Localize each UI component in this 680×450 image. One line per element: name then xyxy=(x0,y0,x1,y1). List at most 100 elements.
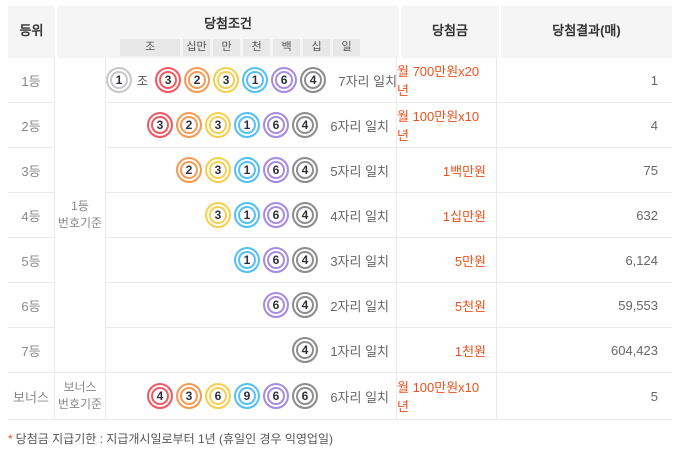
lotto-ball: 6 xyxy=(263,383,289,409)
lotto-ball: 4 xyxy=(292,202,318,228)
table-body: 1등 번호기준 보너스 번호기준 1등 1 조 3 2 3 1 6 4 7자리 … xyxy=(8,58,672,420)
lotto-ball: 6 xyxy=(205,383,231,409)
criteria-bonus-line1: 보너스 xyxy=(63,379,96,396)
lotto-ball: 6 xyxy=(263,247,289,273)
footnote-asterisk: * xyxy=(8,432,13,446)
lotto-ball: 6 xyxy=(292,383,318,409)
lotto-ball: 3 xyxy=(176,383,202,409)
lotto-ball: 2 xyxy=(176,112,202,138)
place-label-10: 십 xyxy=(303,39,330,56)
place-label-10k: 만 xyxy=(213,39,240,56)
criteria-first-line1: 1등 xyxy=(71,198,89,215)
match-label: 5자리 일치 xyxy=(326,161,396,180)
prize-cell: 1백만원 xyxy=(397,148,497,193)
lotto-ball: 6 xyxy=(263,202,289,228)
result-cell: 604,423 xyxy=(497,328,672,373)
match-label: 3자리 일치 xyxy=(326,251,396,270)
lotto-ball: 6 xyxy=(263,112,289,138)
rank-cell: 2등 xyxy=(8,103,55,148)
prize-cell: 1십만원 xyxy=(397,193,497,238)
place-label-1k: 천 xyxy=(243,39,270,56)
match-label: 6자리 일치 xyxy=(326,387,396,406)
lotto-ball: 1 xyxy=(234,112,260,138)
lotto-ball: 4 xyxy=(147,383,173,409)
lotto-ball: 4 xyxy=(292,112,318,138)
result-cell: 1 xyxy=(497,58,672,103)
lotto-ball: 4 xyxy=(292,157,318,183)
group-ball: 1 xyxy=(106,67,132,93)
prize-cell: 월 700만원x20년 xyxy=(397,58,497,103)
lotto-ball: 1 xyxy=(234,202,260,228)
condition-cell: 4 3 6 9 6 6 6자리 일치 xyxy=(106,373,397,420)
result-cell: 5 xyxy=(497,373,672,420)
ball-row: 3 2 3 1 6 4 xyxy=(106,112,326,138)
ball-row: 2 3 1 6 4 xyxy=(106,157,326,183)
prize-cell: 1천원 xyxy=(397,328,497,373)
condition-cell: 1 6 4 3자리 일치 xyxy=(106,238,397,283)
criteria-first-line2: 번호기준 xyxy=(58,215,102,232)
footnote-text: 당첨금 지급기한 : 지급개시일로부터 1년 (휴일인 경우 익영업일) xyxy=(16,432,333,446)
match-label: 4자리 일치 xyxy=(326,206,396,225)
lotto-ball: 3 xyxy=(213,67,239,93)
prize-cell: 월 100만원x10년 xyxy=(397,373,497,420)
lotto-ball: 6 xyxy=(263,157,289,183)
lotto-ball: 4 xyxy=(292,247,318,273)
lotto-ball: 2 xyxy=(184,67,210,93)
lotto-ball: 9 xyxy=(234,383,260,409)
lotto-ball: 2 xyxy=(176,157,202,183)
rank-cell: 3등 xyxy=(8,148,55,193)
lotto-ball: 1 xyxy=(242,67,268,93)
rank-cell: 6등 xyxy=(8,283,55,328)
group-suffix-label: 조 xyxy=(137,72,148,89)
lotto-ball: 3 xyxy=(205,112,231,138)
result-cell: 632 xyxy=(497,193,672,238)
result-cell: 75 xyxy=(497,148,672,193)
place-label-group: 조 xyxy=(120,39,180,56)
rank-cell: 보너스 xyxy=(8,373,55,420)
place-label-1: 일 xyxy=(333,39,360,56)
criteria-bonus: 보너스 번호기준 xyxy=(55,373,106,420)
result-cell: 59,553 xyxy=(497,283,672,328)
lotto-ball: 3 xyxy=(205,157,231,183)
criteria-first: 1등 번호기준 xyxy=(55,58,106,373)
lotto-ball: 4 xyxy=(292,337,318,363)
header-condition: 당첨조건 조 십만 만 천 백 십 일 xyxy=(57,6,399,58)
match-label: 7자리 일치 xyxy=(334,71,404,90)
rank-cell: 7등 xyxy=(8,328,55,373)
match-label: 2자리 일치 xyxy=(326,296,396,315)
lotto-ball: 4 xyxy=(300,67,326,93)
lotto-ball: 3 xyxy=(155,67,181,93)
prize-cell: 월 100만원x10년 xyxy=(397,103,497,148)
lotto-ball: 4 xyxy=(292,292,318,318)
payment-deadline-footnote: *당첨금 지급기한 : 지급개시일로부터 1년 (휴일인 경우 익영업일) xyxy=(8,430,672,447)
ball-row: 6 4 xyxy=(106,292,326,318)
header-rank: 등위 xyxy=(8,6,55,58)
lotto-ball: 1 xyxy=(234,157,260,183)
condition-cell: 3 2 3 1 6 4 6자리 일치 xyxy=(106,103,397,148)
place-label-100k: 십만 xyxy=(183,39,210,56)
lotto-ball: 3 xyxy=(205,202,231,228)
ball-row: 1 조 3 2 3 1 6 4 xyxy=(106,67,334,93)
condition-cell: 1 조 3 2 3 1 6 4 7자리 일치 xyxy=(106,58,397,103)
ball-row: 4 3 6 9 6 6 xyxy=(106,383,326,409)
ball-row: 3 1 6 4 xyxy=(106,202,326,228)
ball-row: 4 xyxy=(106,337,326,363)
rank-cell: 5등 xyxy=(8,238,55,283)
criteria-bonus-line2: 번호기준 xyxy=(58,396,102,413)
match-label: 6자리 일치 xyxy=(326,116,396,135)
condition-cell: 2 3 1 6 4 5자리 일치 xyxy=(106,148,397,193)
place-label-100: 백 xyxy=(273,39,300,56)
result-cell: 6,124 xyxy=(497,238,672,283)
match-label: 1자리 일치 xyxy=(326,341,396,360)
condition-cell: 4 1자리 일치 xyxy=(106,328,397,373)
condition-cell: 6 4 2자리 일치 xyxy=(106,283,397,328)
rank-cell: 4등 xyxy=(8,193,55,238)
header-result: 당첨결과(매) xyxy=(501,6,672,58)
place-label-row: 조 십만 만 천 백 십 일 xyxy=(120,39,399,56)
lotto-ball: 3 xyxy=(147,112,173,138)
table-header: 등위 당첨조건 조 십만 만 천 백 십 일 당첨금 당첨결과(매) xyxy=(8,6,672,58)
condition-cell: 3 1 6 4 4자리 일치 xyxy=(106,193,397,238)
lotto-ball: 6 xyxy=(271,67,297,93)
lotto-ball: 6 xyxy=(263,292,289,318)
header-condition-title: 당첨조건 xyxy=(57,6,399,39)
